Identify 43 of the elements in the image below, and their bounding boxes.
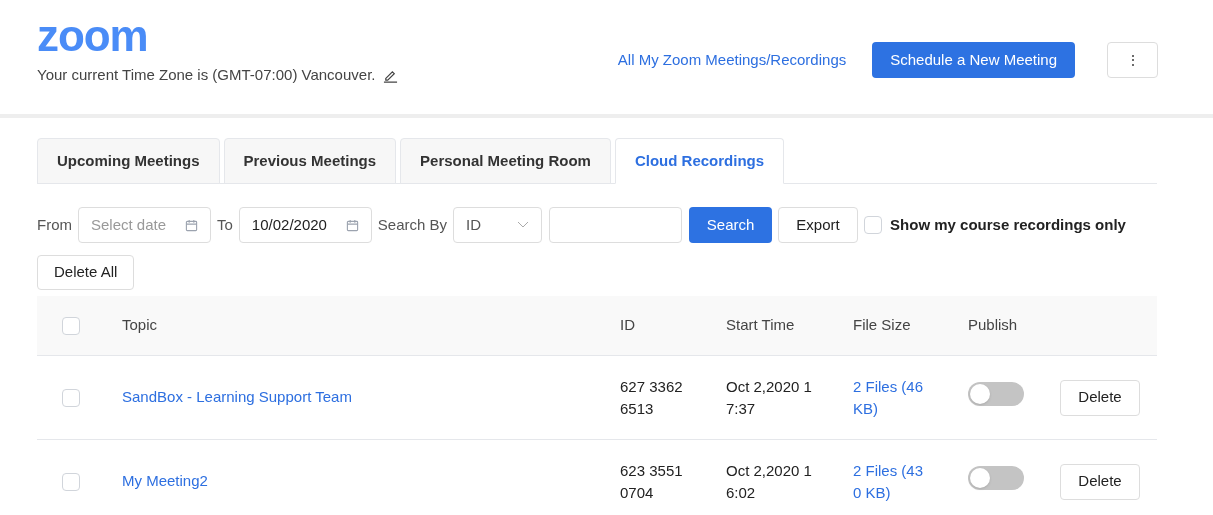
file-size-link[interactable]: 2 Files (46 KB) (853, 375, 931, 420)
meeting-id: 623 3551 0704 (620, 460, 684, 503)
export-button[interactable]: Export (778, 207, 859, 243)
search-by-label: Search By (377, 214, 448, 235)
delete-button[interactable]: Delete (1060, 463, 1140, 500)
logo: zoom (37, 14, 149, 58)
column-header: File Size (853, 316, 911, 334)
tab[interactable]: Cloud Recordings (614, 138, 785, 184)
delete-all-button[interactable]: Delete All (37, 255, 135, 290)
checkbox[interactable] (62, 388, 80, 407)
topic-link[interactable]: My Meeting2 (122, 472, 208, 490)
column-header: Topic (122, 316, 158, 334)
search-button[interactable]: Search (689, 207, 773, 243)
publish-toggle[interactable] (968, 466, 1024, 491)
timezone-text: Your current Time Zone is (GMT-07:00) Vancouver. (37, 65, 376, 85)
topic-link[interactable]: SandBox - Learning Support Team (122, 388, 352, 406)
start-time: Oct 2,2020 16:02 (726, 460, 813, 503)
tab[interactable]: Upcoming Meetings (37, 138, 220, 184)
search-field[interactable] (549, 207, 683, 243)
publish-toggle[interactable] (968, 382, 1024, 407)
checkbox[interactable] (864, 216, 883, 234)
all-meetings-link[interactable]: All My Zoom Meetings/Recordings (617, 48, 847, 72)
tab[interactable]: Previous Meetings (223, 138, 397, 184)
start-time: Oct 2,2020 17:37 (726, 376, 813, 419)
meeting-id: 627 3362 6513 (620, 376, 684, 419)
checkbox[interactable] (62, 316, 80, 335)
column-header: Start Time (726, 316, 795, 334)
tab[interactable]: Personal Meeting Room (400, 138, 611, 184)
column-header: Publish (968, 316, 1018, 334)
file-size-link[interactable]: 2 Files (430 KB) (853, 459, 931, 504)
from-label: From (37, 214, 72, 235)
checkbox[interactable] (62, 472, 80, 491)
delete-button[interactable]: Delete (1060, 379, 1140, 416)
calendar-icon (345, 218, 359, 232)
calendar-icon (185, 218, 198, 232)
more-button[interactable]: ⋮ (1107, 42, 1158, 78)
to-label: To (217, 214, 233, 235)
to-date-field[interactable]: 10/02/2020 (238, 207, 372, 243)
search-by-select[interactable]: ID (453, 207, 543, 243)
schedule-meeting-button[interactable]: Schedule a New Meeting (872, 42, 1075, 78)
column-header: ID (620, 316, 635, 334)
chevron-down-icon (517, 221, 530, 229)
course-recordings-label: Show my course recordings only (890, 214, 1126, 235)
